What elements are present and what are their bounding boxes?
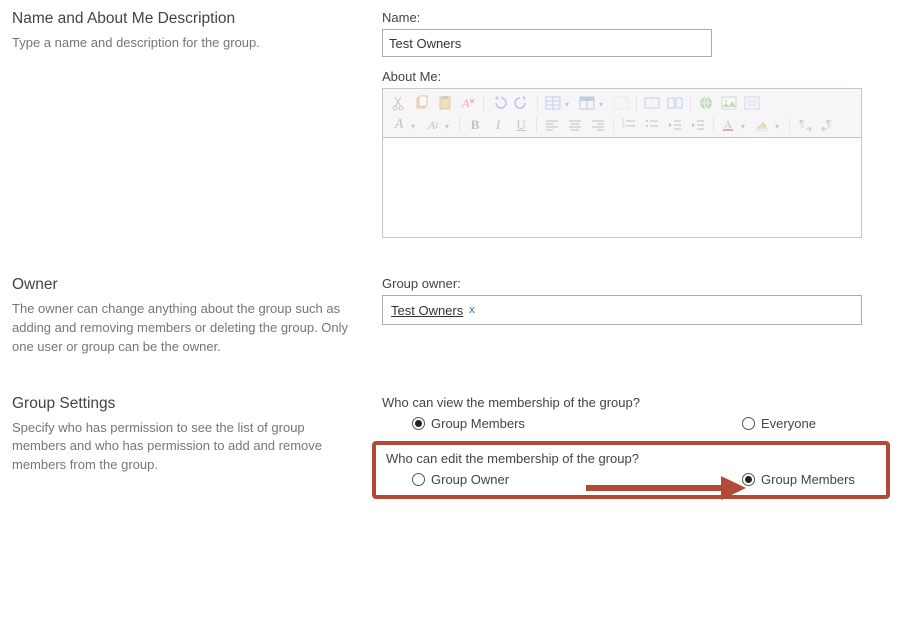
section-owner: Owner The owner can change anything abou… (12, 276, 888, 357)
view-membership-question: Who can view the membership of the group… (382, 395, 888, 410)
link-icon[interactable] (698, 95, 714, 111)
radio-label: Group Members (431, 416, 525, 431)
radio-view-everyone[interactable]: Everyone (742, 416, 816, 431)
section-left: Group Settings Specify who has permissio… (12, 395, 382, 499)
text-color-icon[interactable]: A (721, 117, 737, 133)
font-size-icon[interactable]: AI (425, 117, 441, 133)
section-right: Who can view the membership of the group… (382, 395, 888, 499)
about-me-editor[interactable] (382, 138, 862, 238)
underline-icon[interactable]: U (513, 117, 529, 133)
radio-view-group-members[interactable]: Group Members (412, 416, 742, 431)
svg-text:¶: ¶ (826, 119, 831, 130)
section-desc: Specify who has permission to see the li… (12, 419, 362, 476)
table-style-icon[interactable] (579, 95, 595, 111)
radio-icon (412, 417, 425, 430)
show-grid-icon[interactable] (613, 95, 629, 111)
name-label: Name: (382, 10, 888, 25)
bullet-list-icon[interactable] (644, 117, 660, 133)
media-icon[interactable] (744, 95, 760, 111)
section-left: Name and About Me Description Type a nam… (12, 10, 382, 238)
section-group-settings: Group Settings Specify who has permissio… (12, 395, 888, 499)
justify-center-icon[interactable] (567, 117, 583, 133)
clear-format-icon[interactable]: A (460, 95, 476, 111)
undo-icon[interactable] (491, 95, 507, 111)
ltr-icon[interactable]: ¶ (797, 117, 813, 133)
section-right: Group owner: Test Owners x (382, 276, 888, 357)
numbered-list-icon[interactable]: 12 (621, 117, 637, 133)
insert-table-icon[interactable] (545, 95, 561, 111)
italic-icon[interactable]: I (490, 117, 506, 133)
svg-text:2: 2 (622, 124, 625, 130)
image-icon[interactable] (721, 95, 737, 111)
outdent-icon[interactable] (667, 117, 683, 133)
copy-icon[interactable] (414, 95, 430, 111)
paste-icon[interactable] (437, 95, 453, 111)
svg-text:A: A (461, 96, 470, 110)
indent-icon[interactable] (690, 117, 706, 133)
section-title: Group Settings (12, 395, 362, 413)
owner-label: Group owner: (382, 276, 888, 291)
rtl-icon[interactable]: ¶ (820, 117, 836, 133)
section-desc: Type a name and description for the grou… (12, 34, 362, 53)
about-label: About Me: (382, 69, 888, 84)
radio-edit-group-owner[interactable]: Group Owner (412, 472, 742, 487)
edit-membership-options: Group Owner Group Members (382, 472, 880, 487)
highlight-icon[interactable] (755, 117, 771, 133)
redo-icon[interactable] (514, 95, 530, 111)
annotation-highlight: Who can edit the membership of the group… (372, 441, 890, 499)
section-name-about: Name and About Me Description Type a nam… (12, 10, 888, 238)
section-left: Owner The owner can change anything abou… (12, 276, 382, 357)
split-icon[interactable] (667, 95, 683, 111)
justify-left-icon[interactable] (544, 117, 560, 133)
justify-right-icon[interactable] (590, 117, 606, 133)
svg-text:¶: ¶ (799, 119, 804, 130)
bold-icon[interactable]: B (467, 117, 483, 133)
remove-owner-icon[interactable]: x (469, 304, 475, 316)
radio-edit-group-members[interactable]: Group Members (742, 472, 855, 487)
view-membership-options: Group Members Everyone (382, 416, 888, 431)
radio-label: Group Members (761, 472, 855, 487)
font-icon[interactable]: A (391, 117, 407, 133)
section-title: Owner (12, 276, 362, 294)
radio-icon (742, 417, 755, 430)
cut-icon[interactable] (391, 95, 407, 111)
section-right: Name: About Me: A ▾ ▾ (382, 10, 888, 238)
radio-label: Everyone (761, 416, 816, 431)
edit-membership-question: Who can edit the membership of the group… (386, 451, 880, 466)
radio-icon (412, 473, 425, 486)
rte-toolbar: A ▾ ▾ A▾ A (382, 88, 862, 138)
rich-text-editor: A ▾ ▾ A▾ A (382, 88, 862, 238)
owner-chip-name[interactable]: Test Owners (391, 303, 463, 318)
merge-icon[interactable] (644, 95, 660, 111)
group-owner-input[interactable]: Test Owners x (382, 295, 862, 325)
radio-label: Group Owner (431, 472, 509, 487)
name-input[interactable] (382, 29, 712, 57)
radio-icon (742, 473, 755, 486)
section-desc: The owner can change anything about the … (12, 300, 362, 357)
section-title: Name and About Me Description (12, 10, 362, 28)
